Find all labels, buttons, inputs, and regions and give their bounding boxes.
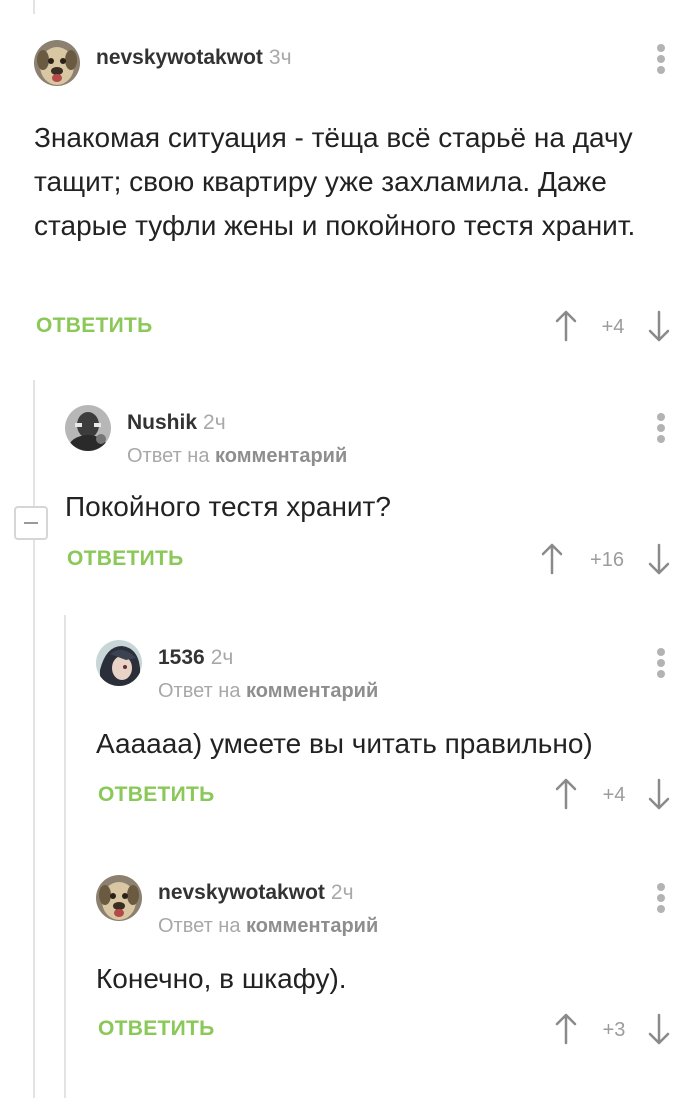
comment-header: nevskywotakwot 2ч — [158, 881, 354, 905]
reply-to-link[interactable]: комментарий — [246, 680, 378, 702]
comment-time: 2ч — [330, 881, 354, 904]
thread-line-level-1 — [33, 380, 35, 1098]
author-name[interactable]: 1536 — [158, 646, 205, 669]
vote-score: +3 — [602, 1019, 626, 1041]
reply-to-link[interactable]: комментарий — [215, 445, 347, 467]
dog-avatar-icon — [96, 875, 142, 921]
comment: nevskywotakwot 2ч Ответ на комментарий Ко… — [96, 875, 700, 1065]
dark-portrait-avatar-icon — [65, 405, 111, 451]
user-avatar[interactable] — [65, 405, 111, 451]
reply-button[interactable]: ОТВЕТИТЬ — [67, 547, 184, 571]
arrow-up-icon[interactable] — [554, 1013, 578, 1045]
arrow-up-icon[interactable] — [540, 543, 564, 575]
author-name[interactable]: Nushik — [127, 411, 197, 434]
collapse-thread-button[interactable] — [14, 506, 48, 540]
reply-to-prefix: Ответ на — [158, 915, 241, 937]
reply-to-line: Ответ на комментарий — [158, 915, 378, 938]
vote-score: +16 — [590, 549, 624, 571]
arrow-down-icon[interactable] — [647, 310, 671, 342]
user-avatar[interactable] — [34, 40, 80, 86]
arrow-down-icon[interactable] — [647, 1013, 671, 1045]
reply-button[interactable]: ОТВЕТИТЬ — [36, 314, 153, 338]
reply-to-line: Ответ на комментарий — [127, 445, 347, 468]
reply-to-line: Ответ на комментарий — [158, 680, 378, 703]
reply-button[interactable]: ОТВЕТИТЬ — [98, 783, 215, 807]
author-name[interactable]: nevskywotakwot — [96, 46, 263, 69]
more-vertical-icon[interactable] — [656, 883, 666, 913]
comment-text: Покойного тестя хранит? — [65, 491, 391, 522]
comment: nevskywotakwot 3ч Знакомая ситуация - тёщ… — [34, 40, 700, 360]
more-vertical-icon[interactable] — [656, 648, 666, 678]
user-avatar[interactable] — [96, 875, 142, 921]
anime-avatar-icon — [96, 640, 142, 686]
thread-line-top — [33, 0, 35, 14]
arrow-down-icon[interactable] — [647, 543, 671, 575]
more-vertical-icon[interactable] — [656, 413, 666, 443]
comment-text: Аааааа) умеете вы читать правильно) — [96, 728, 593, 759]
vote-score: +4 — [602, 784, 626, 806]
arrow-down-icon[interactable] — [647, 778, 671, 810]
reply-to-prefix: Ответ на — [158, 680, 241, 702]
arrow-up-icon[interactable] — [554, 310, 578, 342]
dog-avatar-icon — [34, 40, 80, 86]
user-avatar[interactable] — [96, 640, 142, 686]
author-name[interactable]: nevskywotakwot — [158, 881, 325, 904]
comment-text: Конечно, в шкафу). — [96, 963, 347, 994]
arrow-up-icon[interactable] — [554, 778, 578, 810]
reply-to-prefix: Ответ на — [127, 445, 210, 467]
comment-time: 3ч — [268, 46, 292, 69]
comment-header: 1536 2ч — [158, 646, 233, 670]
comment-header: Nushik 2ч — [127, 411, 226, 435]
comment: 1536 2ч Ответ на комментарий Аааааа) умее… — [96, 640, 700, 830]
comment-text: Знакомая ситуация - тёща всё старьё на д… — [34, 122, 636, 241]
vote-score: +4 — [601, 316, 625, 338]
comment-time: 2ч — [203, 411, 226, 434]
reply-to-link[interactable]: комментарий — [246, 915, 378, 937]
comment-time: 2ч — [210, 646, 234, 669]
reply-button[interactable]: ОТВЕТИТЬ — [98, 1017, 215, 1041]
comment-header: nevskywotakwot 3ч — [96, 46, 292, 70]
thread-line-level-2 — [64, 615, 66, 1098]
comment: Nushik 2ч Ответ на комментарий Покойного … — [65, 405, 700, 595]
more-vertical-icon[interactable] — [656, 44, 666, 74]
